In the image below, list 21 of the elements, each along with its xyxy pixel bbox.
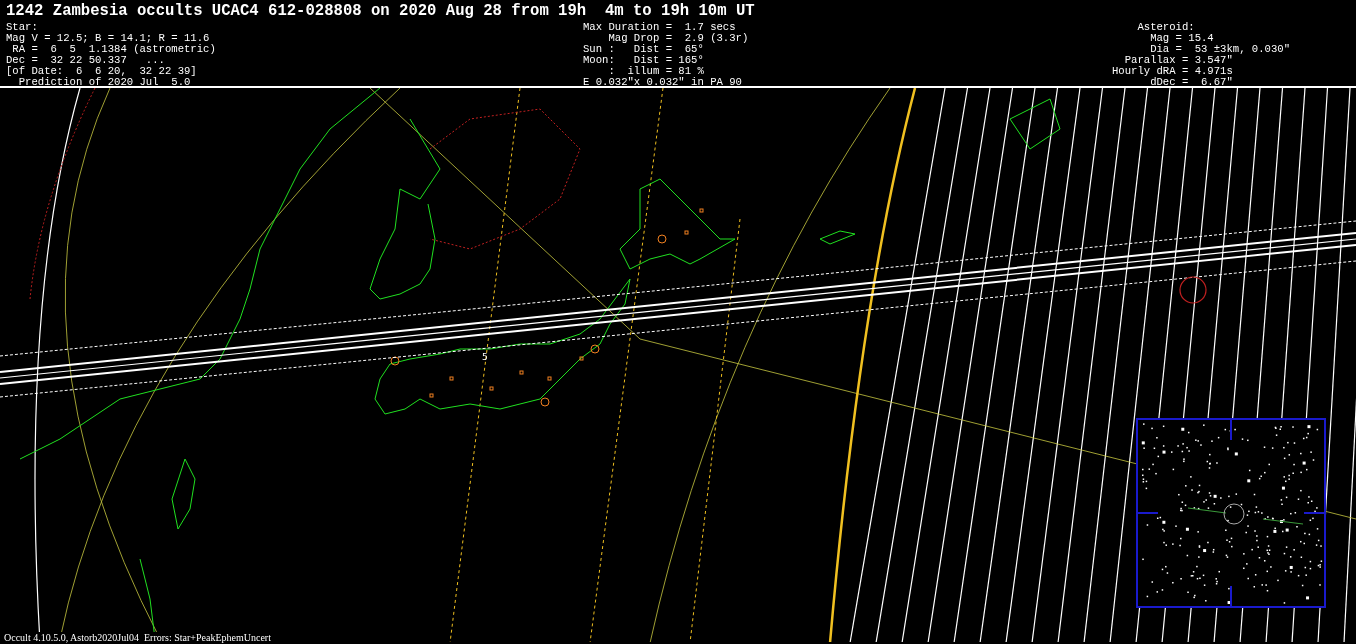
event-info-line: : illum = 81 % — [607, 66, 705, 77]
event-info-line: Max Duration = 1.7 secs — [583, 22, 737, 33]
star-info-line: Star: — [6, 22, 39, 33]
event-info-line: Moon: Dist = 165° — [583, 55, 705, 66]
asteroid-info-line: Asteroid: — [1136, 22, 1196, 33]
asteroid-info-line: dDec = 6.67" — [1149, 77, 1234, 88]
path-label: 5 — [482, 352, 488, 362]
star-info-line: Dec = 32 22 50.337 ... — [6, 55, 166, 66]
asteroid-info-line: Dia = 53 ±3km, 0.030" — [1149, 44, 1290, 55]
asteroid-info-line: Hourly dRA = 4.971s — [1112, 66, 1234, 77]
event-info-line: E 0.032"x 0.032" in PA 90 — [583, 77, 743, 88]
asteroid-info-line: Mag = 15.4 — [1149, 33, 1214, 44]
star-info-line: Prediction of 2020 Jul 5.0 — [17, 77, 192, 88]
star-info-line: Mag V = 12.5; B = 14.1; R = 11.6 — [6, 33, 211, 44]
asteroid-info-line: Parallax = 3.547" — [1123, 55, 1234, 66]
star-info-line: [of Date: 6 6 20, 32 22 39] — [6, 66, 198, 77]
footer-text: Occult 4.10.5.0, Astorb2020Jul04 Errors: Star+PeakEphemUncert — [4, 632, 271, 643]
event-title: 1242 Zambesia occults UCAC4 612-028808 on 2020 Aug 28 from 19h 4m to 19h 10m UT — [6, 3, 756, 20]
event-info-line: Sun : Dist = 65° — [583, 44, 705, 55]
event-info-line: Mag Drop = 2.9 (3.3r) — [607, 33, 750, 44]
star-info-line: RA = 6 5 1.1384 (astrometric) — [11, 44, 217, 55]
